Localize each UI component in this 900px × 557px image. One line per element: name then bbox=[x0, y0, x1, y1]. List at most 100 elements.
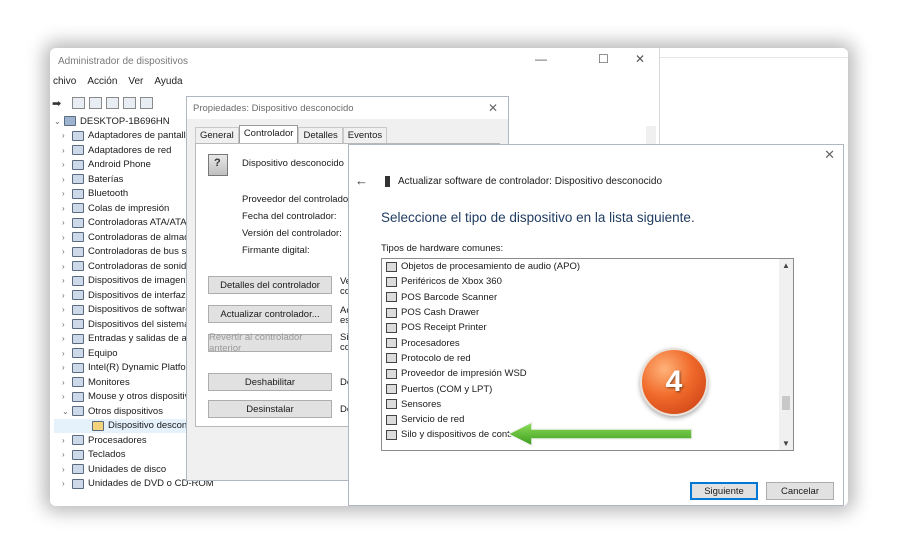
back-arrow-icon[interactable]: ← bbox=[355, 173, 368, 188]
help-icon[interactable] bbox=[106, 97, 119, 109]
driver-date-label: Fecha del controlador: bbox=[242, 211, 337, 222]
list-item-ports[interactable]: Puertos (COM y LPT) bbox=[382, 381, 793, 396]
cancel-button[interactable]: Cancelar bbox=[766, 482, 834, 500]
chevron-right-icon[interactable]: › bbox=[62, 189, 72, 198]
audio-processing-icon bbox=[386, 261, 397, 272]
chevron-right-icon[interactable]: › bbox=[62, 233, 72, 242]
chevron-right-icon[interactable]: › bbox=[62, 276, 72, 285]
chevron-right-icon[interactable]: › bbox=[62, 160, 72, 169]
mouse-icon bbox=[72, 391, 84, 402]
phone-icon bbox=[72, 159, 84, 170]
scroll-thumb[interactable] bbox=[782, 396, 790, 410]
chevron-right-icon[interactable]: › bbox=[62, 378, 72, 387]
wsd-printer-icon bbox=[386, 368, 397, 379]
maximize-button[interactable]: ☐ bbox=[598, 52, 609, 66]
chevron-right-icon[interactable]: › bbox=[62, 218, 72, 227]
list-item[interactable]: POS Receipt Printer bbox=[382, 320, 793, 335]
list-item[interactable]: Periféricos de Xbox 360 bbox=[382, 274, 793, 289]
chevron-right-icon[interactable]: › bbox=[62, 392, 72, 401]
list-item[interactable]: Proveedor de impresión WSD bbox=[382, 366, 793, 381]
list-icon[interactable] bbox=[89, 97, 102, 109]
menu-archivo[interactable]: chivo bbox=[50, 76, 84, 92]
list-item[interactable]: Procesadores bbox=[382, 335, 793, 350]
properties-title: Propiedades: Dispositivo desconocido ✕ bbox=[187, 97, 508, 119]
computer-icon bbox=[64, 116, 76, 127]
properties-icon[interactable] bbox=[72, 97, 85, 109]
chevron-right-icon[interactable]: › bbox=[62, 363, 72, 372]
storage-icon bbox=[72, 232, 84, 243]
arrow-shape bbox=[506, 420, 693, 448]
list-scrollbar[interactable]: ▲ ▼ bbox=[779, 259, 793, 450]
pointer-arrow bbox=[506, 420, 693, 448]
driver-details-button[interactable]: Detalles del controlador bbox=[208, 276, 332, 294]
gamepad-icon bbox=[386, 276, 397, 287]
tab-controlador[interactable]: Controlador bbox=[238, 125, 299, 143]
uninstall-button[interactable]: Desinstalar bbox=[208, 400, 332, 418]
list-item[interactable]: POS Cash Drawer bbox=[382, 305, 793, 320]
chevron-right-icon[interactable]: › bbox=[62, 436, 72, 445]
network-adapter-icon bbox=[72, 145, 84, 156]
platform-icon bbox=[72, 362, 84, 373]
next-button[interactable]: Siguiente bbox=[690, 482, 758, 500]
computer-icon bbox=[72, 348, 84, 359]
forward-arrow-icon[interactable]: ➡ bbox=[52, 97, 68, 110]
usb-icon bbox=[72, 246, 84, 257]
driver-version-label: Versión del controlador: bbox=[242, 228, 342, 239]
disable-button[interactable]: Deshabilitar bbox=[208, 373, 332, 391]
chevron-down-icon[interactable]: ⌄ bbox=[62, 407, 72, 416]
rollback-driver-button[interactable]: Revertir al controlador anterior bbox=[208, 332, 332, 354]
disk-icon bbox=[72, 464, 84, 475]
chevron-down-icon[interactable]: ⌄ bbox=[54, 117, 64, 126]
screenshot-frame: Administrador de dispositivos — ☐ ✕ chiv… bbox=[50, 48, 848, 506]
chevron-right-icon[interactable]: › bbox=[62, 204, 72, 213]
window-title: Administrador de dispositivos bbox=[58, 56, 189, 67]
cash-drawer-icon bbox=[386, 307, 397, 318]
menu-ayuda[interactable]: Ayuda bbox=[151, 76, 190, 92]
hid-icon bbox=[72, 290, 84, 301]
list-item[interactable]: Sensores bbox=[382, 397, 793, 412]
dialog-heading: Seleccione el tipo de dispositivo en la … bbox=[381, 210, 695, 225]
list-item[interactable]: Objetos de procesamiento de audio (APO) bbox=[382, 259, 793, 274]
chevron-right-icon[interactable]: › bbox=[62, 320, 72, 329]
bluetooth-icon bbox=[72, 188, 84, 199]
chevron-right-icon[interactable]: › bbox=[62, 146, 72, 155]
system-device-icon bbox=[72, 319, 84, 330]
chevron-right-icon[interactable]: › bbox=[62, 305, 72, 314]
receipt-printer-icon bbox=[386, 322, 397, 333]
camera-icon bbox=[72, 275, 84, 286]
chevron-right-icon[interactable]: › bbox=[62, 262, 72, 271]
chevron-right-icon[interactable]: › bbox=[62, 131, 72, 140]
chevron-right-icon[interactable]: › bbox=[62, 247, 72, 256]
digital-signer-label: Firmante digital: bbox=[242, 245, 310, 256]
step-number-badge: 4 bbox=[640, 348, 708, 416]
silo-icon bbox=[386, 429, 397, 440]
processor-icon bbox=[72, 435, 84, 446]
view-icon[interactable] bbox=[123, 97, 136, 109]
monitor-icon[interactable] bbox=[140, 97, 153, 109]
processor-icon bbox=[386, 338, 397, 349]
device-name: Dispositivo desconocido bbox=[242, 158, 344, 169]
warning-device-icon bbox=[92, 420, 104, 431]
chevron-right-icon[interactable]: › bbox=[62, 334, 72, 343]
menu-ver[interactable]: Ver bbox=[125, 76, 151, 92]
list-item[interactable]: POS Barcode Scanner bbox=[382, 290, 793, 305]
scroll-up-icon[interactable]: ▲ bbox=[782, 261, 790, 270]
menu-bar: chivo Acción Ver Ayuda bbox=[50, 76, 191, 92]
list-item[interactable]: Protocolo de red bbox=[382, 351, 793, 366]
chevron-right-icon[interactable]: › bbox=[62, 291, 72, 300]
close-icon[interactable]: ✕ bbox=[488, 101, 498, 115]
chevron-right-icon[interactable]: › bbox=[62, 479, 72, 488]
chevron-right-icon[interactable]: › bbox=[62, 175, 72, 184]
menu-accion[interactable]: Acción bbox=[84, 76, 125, 92]
update-driver-button[interactable]: Actualizar controlador... bbox=[208, 305, 332, 323]
chevron-right-icon[interactable]: › bbox=[62, 465, 72, 474]
chevron-right-icon[interactable]: › bbox=[62, 349, 72, 358]
close-button[interactable]: ✕ bbox=[635, 52, 645, 66]
chevron-right-icon[interactable]: › bbox=[62, 450, 72, 459]
driver-provider-label: Proveedor del controlador: bbox=[242, 194, 354, 205]
dvd-icon bbox=[72, 478, 84, 489]
close-icon[interactable]: ✕ bbox=[824, 147, 835, 163]
scroll-down-icon[interactable]: ▼ bbox=[782, 439, 790, 448]
minimize-button[interactable]: — bbox=[535, 52, 547, 66]
unknown-device-icon bbox=[208, 154, 228, 176]
